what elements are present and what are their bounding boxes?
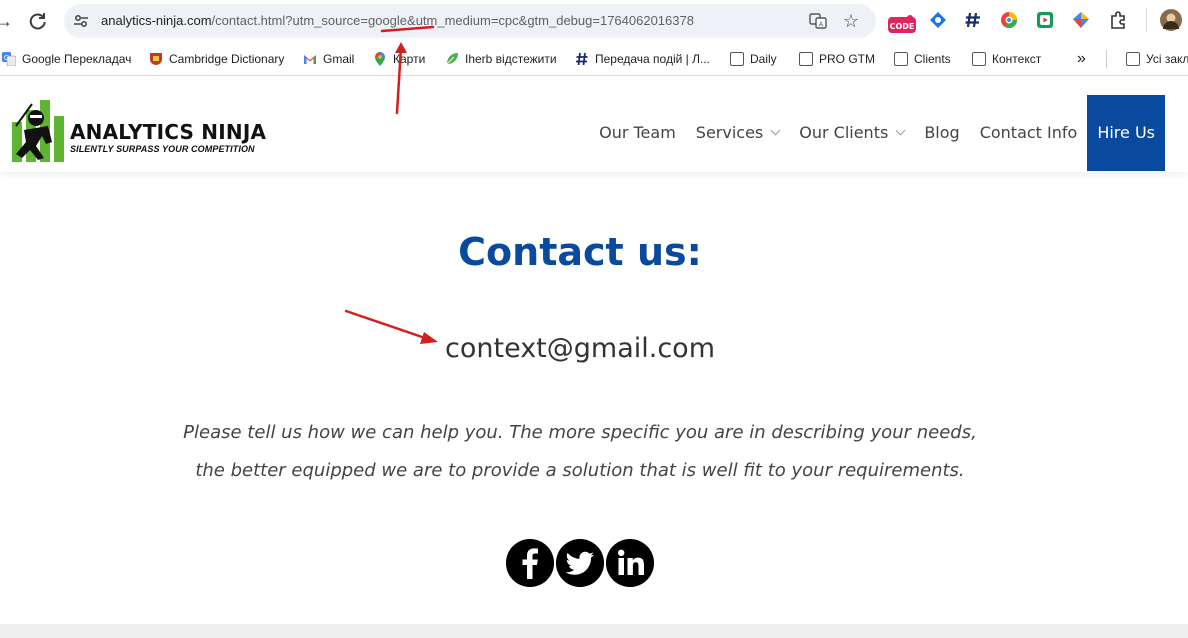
linkedin-icon[interactable] (606, 539, 654, 587)
hire-us-button[interactable]: Hire Us (1087, 95, 1165, 171)
nav-our-team[interactable]: Our Team (589, 95, 686, 171)
bookmark-label: Контекст (992, 52, 1042, 66)
nav-our-clients[interactable]: Our Clients (789, 95, 914, 171)
code-extension-icon[interactable]: CODE (888, 14, 916, 34)
bookmark-cambridge[interactable]: Cambridge Dictionary (149, 50, 284, 68)
iherb-icon (446, 53, 458, 65)
bookmark-gmail[interactable]: Gmail (303, 50, 354, 68)
description-line-1: Please tell us how we can help you. The … (183, 422, 977, 443)
bookmark-folder-clients[interactable]: Clients (894, 50, 951, 68)
bookmark-label: Google Перекладач (22, 52, 132, 66)
bookmark-label: Cambridge Dictionary (169, 52, 285, 66)
logo-subtitle: SILENTLY SURPASS YOUR COMPETITION (70, 144, 255, 154)
nav-label: Contact Info (979, 123, 1078, 142)
nav-label: Our Clients (799, 123, 889, 142)
url-path: /contact.html?utm_source=google&utm_medi… (211, 13, 694, 28)
bookmark-google-translate[interactable]: G Google Перекладач (2, 50, 131, 68)
bookmark-folder-context[interactable]: Контекст (972, 50, 1041, 68)
bookmark-folder-all[interactable]: Усі закл (1126, 50, 1188, 68)
page-title: Contact us: (458, 230, 702, 274)
bookmarks-divider (1106, 50, 1107, 68)
facebook-icon[interactable] (506, 539, 554, 587)
gem-extension-icon[interactable] (1071, 10, 1091, 30)
browser-toolbar: → analytics-ninja.com/contact.html?utm_s… (0, 0, 1188, 42)
maps-icon (375, 52, 385, 66)
hash-extension-icon[interactable] (963, 10, 983, 30)
bookmark-label: Clients (914, 52, 951, 66)
nav-label: Blog (924, 123, 960, 142)
url-host: analytics-ninja.com (101, 13, 212, 28)
bookmark-star-icon[interactable]: ☆ (842, 12, 860, 30)
video-extension-icon[interactable] (1035, 10, 1055, 30)
avatar[interactable] (1160, 9, 1182, 31)
more-bookmarks-chevron-icon[interactable]: » (1077, 50, 1086, 68)
nav-contact-info[interactable]: Contact Info (970, 95, 1088, 171)
svg-text:G: G (4, 54, 9, 62)
bookmark-folder-pro-gtm[interactable]: PRO GTM (799, 50, 875, 68)
bookmark-label: Iherb відстежити (465, 52, 557, 66)
folder-icon (972, 52, 986, 66)
nav-label: Our Team (599, 123, 676, 142)
bookmark-events[interactable]: Передача подій | Л... (575, 50, 710, 68)
bookmark-label: Gmail (323, 52, 355, 66)
google-translate-icon: G (2, 52, 16, 66)
nav-blog[interactable]: Blog (914, 95, 969, 171)
bookmark-label: Передача подій | Л... (595, 52, 710, 66)
description-line-2: the better equipped we are to provide a … (195, 460, 965, 481)
folder-icon (799, 52, 813, 66)
chevron-down-icon (770, 125, 781, 136)
svg-text:A: A (819, 21, 824, 29)
address-bar[interactable]: analytics-ninja.com/contact.html?utm_sou… (64, 4, 876, 38)
bookmarks-bar: G Google Перекладач Cambridge Dictionary… (0, 42, 1188, 75)
gmail-icon (304, 55, 316, 64)
bookmark-maps[interactable]: Карти (373, 50, 425, 68)
bookmark-label: Карти (393, 52, 426, 66)
translate-icon[interactable]: A (809, 12, 827, 30)
svg-text:CODE: CODE (890, 22, 915, 31)
toolbar-divider (1146, 8, 1147, 32)
forward-icon[interactable]: → (0, 9, 16, 33)
cambridge-icon (150, 53, 162, 66)
site-settings-icon[interactable] (73, 13, 89, 29)
site-logo[interactable]: ANALYTICS NINJA SILENTLY SURPASS YOUR CO… (6, 96, 286, 164)
bookmark-folder-daily[interactable]: Daily (730, 50, 777, 68)
bookmark-label: Daily (750, 52, 777, 66)
nav-label: Services (695, 123, 764, 142)
folder-icon (730, 52, 744, 66)
reload-icon[interactable] (26, 9, 50, 33)
twitter-icon[interactable] (556, 539, 604, 587)
logo-title: ANALYTICS NINJA (70, 120, 267, 144)
ninja-logo-icon (12, 100, 64, 162)
hash-icon (576, 52, 588, 66)
color-picker-icon[interactable] (999, 10, 1019, 30)
chevron-down-icon (895, 125, 906, 136)
folder-icon (1126, 52, 1140, 66)
main-nav: Our Team Services Our Clients Blog Conta… (589, 95, 1165, 171)
bookmark-label: Усі закл (1146, 52, 1188, 66)
tag-assistant-icon[interactable] (928, 10, 948, 30)
address-url[interactable]: analytics-ninja.com/contact.html?utm_sou… (101, 13, 694, 29)
bookmark-label: PRO GTM (819, 52, 875, 66)
extensions-puzzle-icon[interactable] (1108, 10, 1128, 30)
contact-email-link[interactable]: context@gmail.com (0, 333, 1160, 364)
folder-icon (894, 52, 908, 66)
footer-band (0, 624, 1188, 638)
bookmark-iherb[interactable]: Iherb відстежити (445, 50, 557, 68)
nav-services[interactable]: Services (686, 95, 789, 171)
site-header: ANALYTICS NINJA SILENTLY SURPASS YOUR CO… (0, 76, 1188, 172)
